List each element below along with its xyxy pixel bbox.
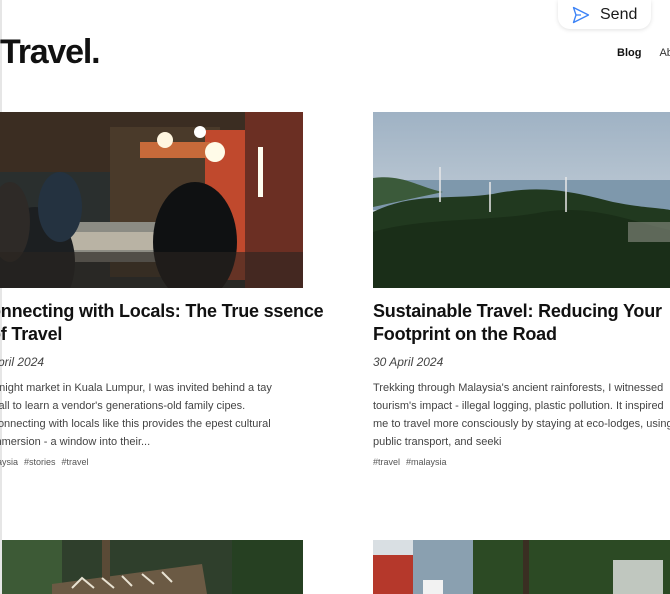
tag[interactable]: #travel xyxy=(62,457,89,467)
send-icon xyxy=(572,6,590,23)
post-date: April 2024 xyxy=(0,355,45,369)
street-image xyxy=(373,540,670,594)
rainforest-image xyxy=(373,112,670,288)
main-nav: Blog Ab xyxy=(617,47,670,59)
post-date: 30 April 2024 xyxy=(373,355,444,369)
nav-item-blog[interactable]: Blog xyxy=(617,47,641,59)
post-tags: alaysia #stories #travel xyxy=(0,457,89,467)
post-thumbnail-waterfall-sign[interactable] xyxy=(2,540,303,594)
post-thumbnail-rainforest[interactable] xyxy=(373,112,670,288)
post-thumbnail-night-market[interactable] xyxy=(0,112,303,288)
post-excerpt: Trekking through Malaysia's ancient rain… xyxy=(373,382,670,448)
post-thumbnail-street[interactable] xyxy=(373,540,670,594)
post-tags: #travel #malaysia xyxy=(373,457,447,467)
page-left-border xyxy=(0,0,2,594)
tag[interactable]: #malaysia xyxy=(406,457,447,467)
post-excerpt: a night market in Kuala Lumpur, I was in… xyxy=(0,382,272,448)
tag[interactable]: alaysia xyxy=(0,457,18,467)
night-market-image xyxy=(0,112,303,288)
waterfall-sign-image xyxy=(2,540,303,594)
nav-item-about[interactable]: Ab xyxy=(659,47,670,59)
send-button[interactable]: Send xyxy=(558,0,651,29)
site-logo[interactable]: Travel. xyxy=(0,33,101,72)
tag[interactable]: #travel xyxy=(373,457,400,467)
send-label: Send xyxy=(600,5,638,23)
post-title[interactable]: onnecting with Locals: The True ssence o… xyxy=(0,300,333,346)
tag[interactable]: #stories xyxy=(24,457,56,467)
post-title[interactable]: Sustainable Travel: Reducing Your Footpr… xyxy=(373,300,670,346)
